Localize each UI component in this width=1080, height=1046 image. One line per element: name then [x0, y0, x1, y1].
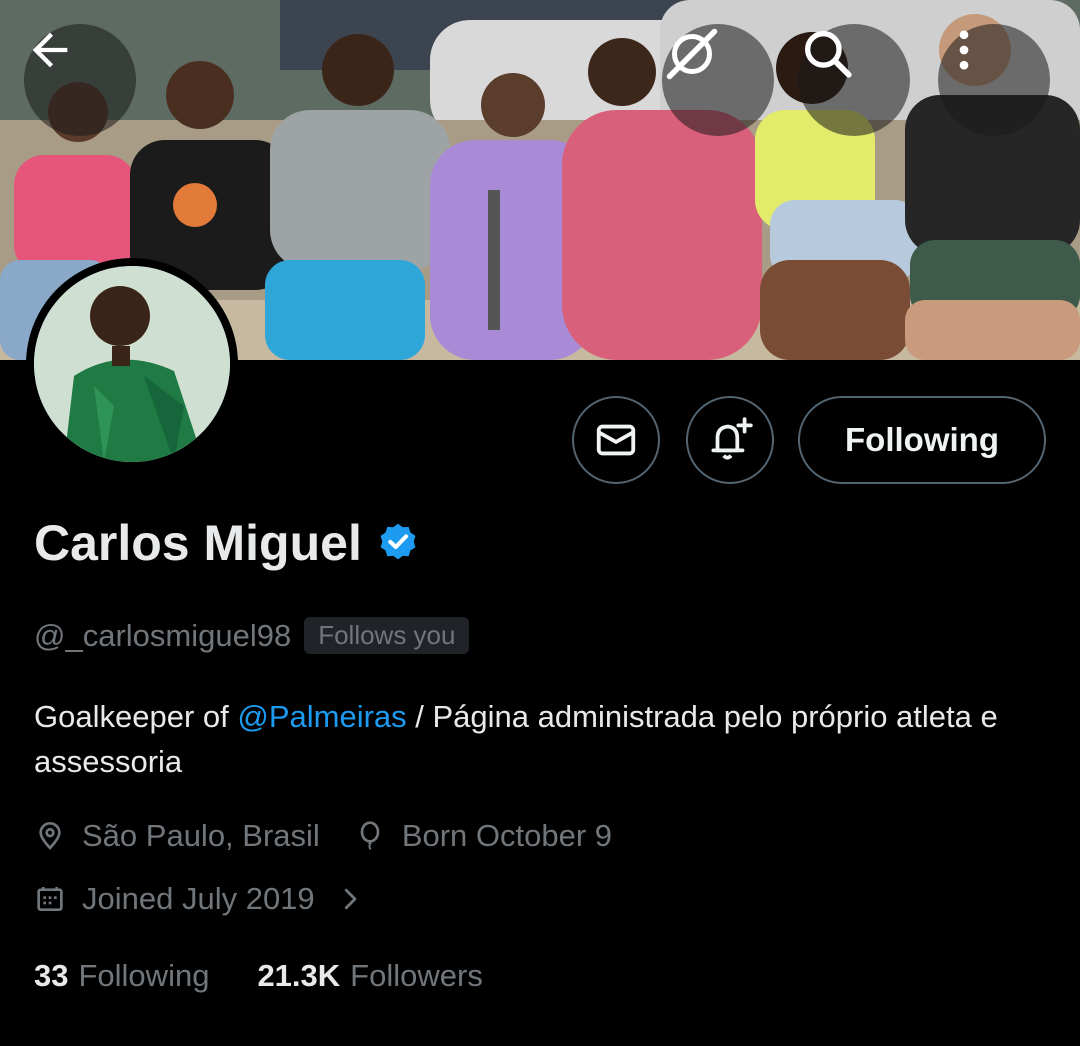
envelope-icon: [596, 424, 636, 456]
location-pin-icon: [39, 822, 61, 850]
followers-count: 21.3K: [257, 958, 341, 993]
search-icon: [805, 31, 852, 78]
slashed-circle-icon: [666, 28, 718, 80]
profile-meta-row-1: São Paulo, Brasil Born October 9: [34, 818, 612, 854]
display-name: Carlos Miguel: [34, 515, 362, 571]
follows-you-badge: Follows you: [304, 617, 470, 654]
arrow-left-icon: [32, 32, 68, 68]
vertical-dots-icon: [959, 30, 969, 70]
profile-name-row: Carlos Miguel: [34, 514, 420, 572]
notifications-button[interactable]: [686, 396, 774, 484]
profile-meta-row-2[interactable]: Joined July 2019: [34, 881, 365, 917]
profile-avatar[interactable]: [26, 258, 238, 470]
following-label: Following: [78, 958, 210, 993]
search-button[interactable]: [798, 24, 910, 136]
following-count: 33: [34, 958, 69, 993]
profile-bio: Goalkeeper of @Palmeiras / Página admini…: [34, 694, 1044, 784]
follow-stats: 33 Following 21.3K Followers: [34, 958, 483, 994]
bio-text-start: Goalkeeper of: [34, 699, 238, 734]
following-stat-link[interactable]: 33 Following: [34, 958, 209, 994]
verified-badge-icon[interactable]: [376, 521, 420, 565]
following-button[interactable]: Following: [798, 396, 1046, 484]
joined-text: Joined July 2019: [82, 881, 315, 916]
back-button[interactable]: [24, 24, 136, 136]
more-options-button[interactable]: [938, 24, 1050, 136]
birthday-text: Born October 9: [401, 818, 613, 853]
message-button[interactable]: [572, 396, 660, 484]
followers-stat-link[interactable]: 21.3K Followers: [257, 958, 482, 994]
joined-item[interactable]: Joined July 2019: [34, 881, 365, 917]
chevron-right-icon: [344, 888, 357, 910]
user-handle: @_carlosmiguel98: [34, 617, 292, 653]
bell-plus-icon: [711, 417, 753, 460]
handle-row: @_carlosmiguel98 Follows you: [34, 617, 470, 654]
balloon-icon: [360, 821, 380, 851]
bio-mention-link[interactable]: @Palmeiras: [237, 699, 406, 734]
calendar-icon: [37, 887, 63, 911]
grok-button[interactable]: [662, 24, 774, 136]
location-item: São Paulo, Brasil: [34, 818, 320, 854]
avatar-photo: [34, 266, 230, 462]
birthday-item: Born October 9: [354, 818, 612, 854]
followers-label: Followers: [350, 958, 483, 993]
location-text: São Paulo, Brasil: [82, 818, 320, 853]
